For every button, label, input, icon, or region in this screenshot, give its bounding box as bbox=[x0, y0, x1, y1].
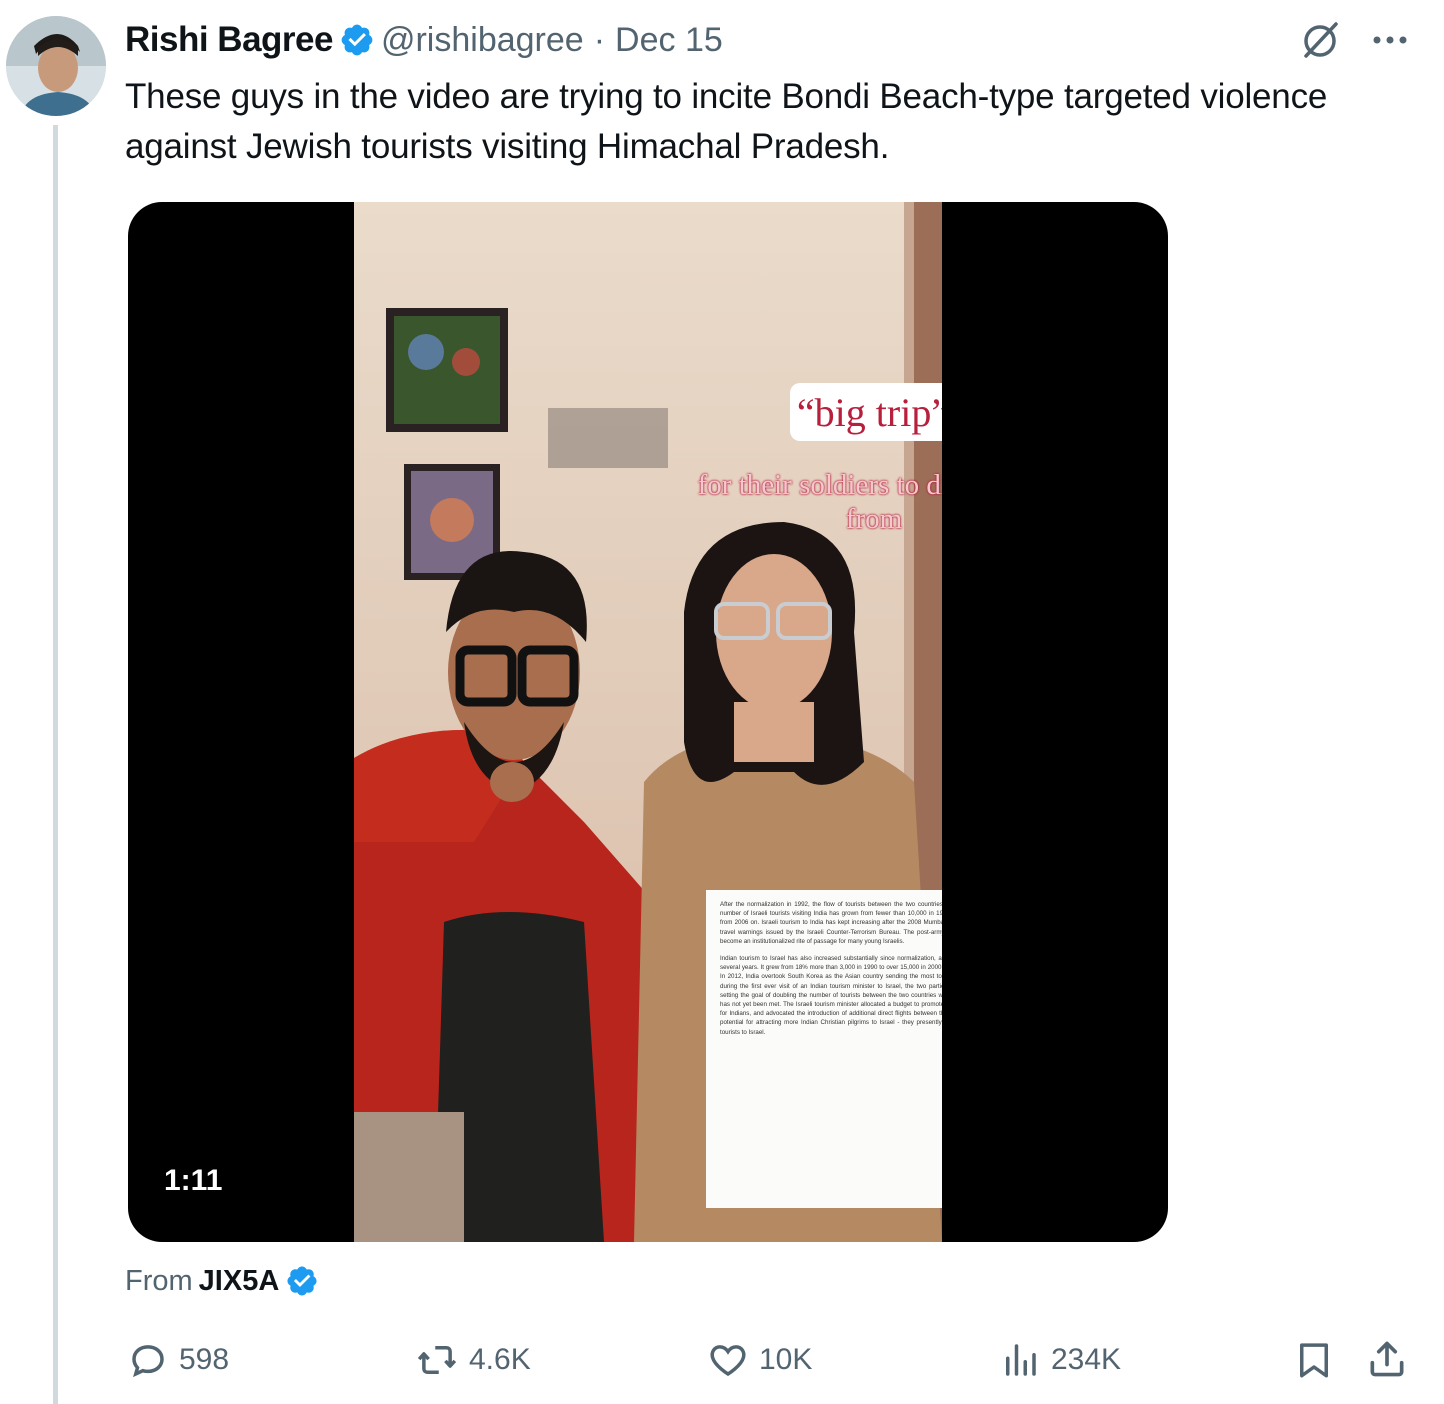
video-caption-main: “big trip” bbox=[790, 383, 942, 441]
tweet-text: These guys in the video are trying to in… bbox=[125, 77, 1328, 166]
caption-main-text: “big trip” bbox=[796, 389, 942, 435]
repost-button[interactable]: 4.6K bbox=[415, 1335, 531, 1385]
avatar[interactable] bbox=[6, 16, 106, 116]
view-count: 234K bbox=[1051, 1343, 1122, 1376]
grok-icon[interactable] bbox=[1298, 18, 1342, 62]
verified-badge-icon bbox=[287, 1266, 317, 1296]
doc-paragraph-2: Indian tourism to Israel has also increa… bbox=[720, 955, 942, 1036]
doc-paragraph-1: After the normalization in 1992, the flo… bbox=[720, 901, 942, 945]
reply-button[interactable]: 598 bbox=[127, 1335, 229, 1385]
like-button[interactable]: 10K bbox=[707, 1335, 812, 1385]
post-date[interactable]: Dec 15 bbox=[615, 21, 723, 60]
bookmark-icon[interactable] bbox=[1293, 1339, 1335, 1381]
repost-icon bbox=[417, 1346, 457, 1374]
thread-line bbox=[53, 125, 58, 1404]
share-icon[interactable] bbox=[1365, 1337, 1409, 1381]
like-count: 10K bbox=[759, 1343, 813, 1376]
views-icon bbox=[1006, 1344, 1036, 1376]
source-prefix: From bbox=[125, 1264, 193, 1297]
source-attribution: From JIX5A bbox=[125, 1264, 319, 1298]
more-icon[interactable] bbox=[1368, 26, 1412, 54]
video-caption-sub: for their soldiers to disconnect from bbox=[697, 469, 942, 535]
reply-count: 598 bbox=[179, 1343, 230, 1376]
document-overlay: After the normalization in 1992, the flo… bbox=[706, 890, 942, 1208]
video-frame: “big trip” for their soldiers to disconn… bbox=[354, 202, 942, 1242]
like-icon bbox=[710, 1345, 746, 1377]
repost-count: 4.6K bbox=[469, 1343, 531, 1376]
verified-badge-icon bbox=[341, 24, 373, 56]
reply-icon bbox=[132, 1345, 164, 1378]
author-handle[interactable]: @rishibagree bbox=[381, 21, 584, 60]
views-button[interactable]: 234K bbox=[999, 1335, 1121, 1385]
video-duration: 1:11 bbox=[164, 1164, 223, 1197]
video-player[interactable]: “big trip” for their soldiers to disconn… bbox=[128, 202, 1168, 1242]
tweet-header: Rishi Bagree @rishibagree · Dec 15 bbox=[125, 18, 723, 62]
action-bar: 598 4.6K 10K 234K bbox=[125, 1335, 1415, 1385]
author-name[interactable]: Rishi Bagree bbox=[125, 20, 333, 60]
avatar-image bbox=[6, 16, 106, 116]
source-name[interactable]: JIX5A bbox=[199, 1265, 280, 1298]
separator-dot: · bbox=[593, 20, 606, 59]
